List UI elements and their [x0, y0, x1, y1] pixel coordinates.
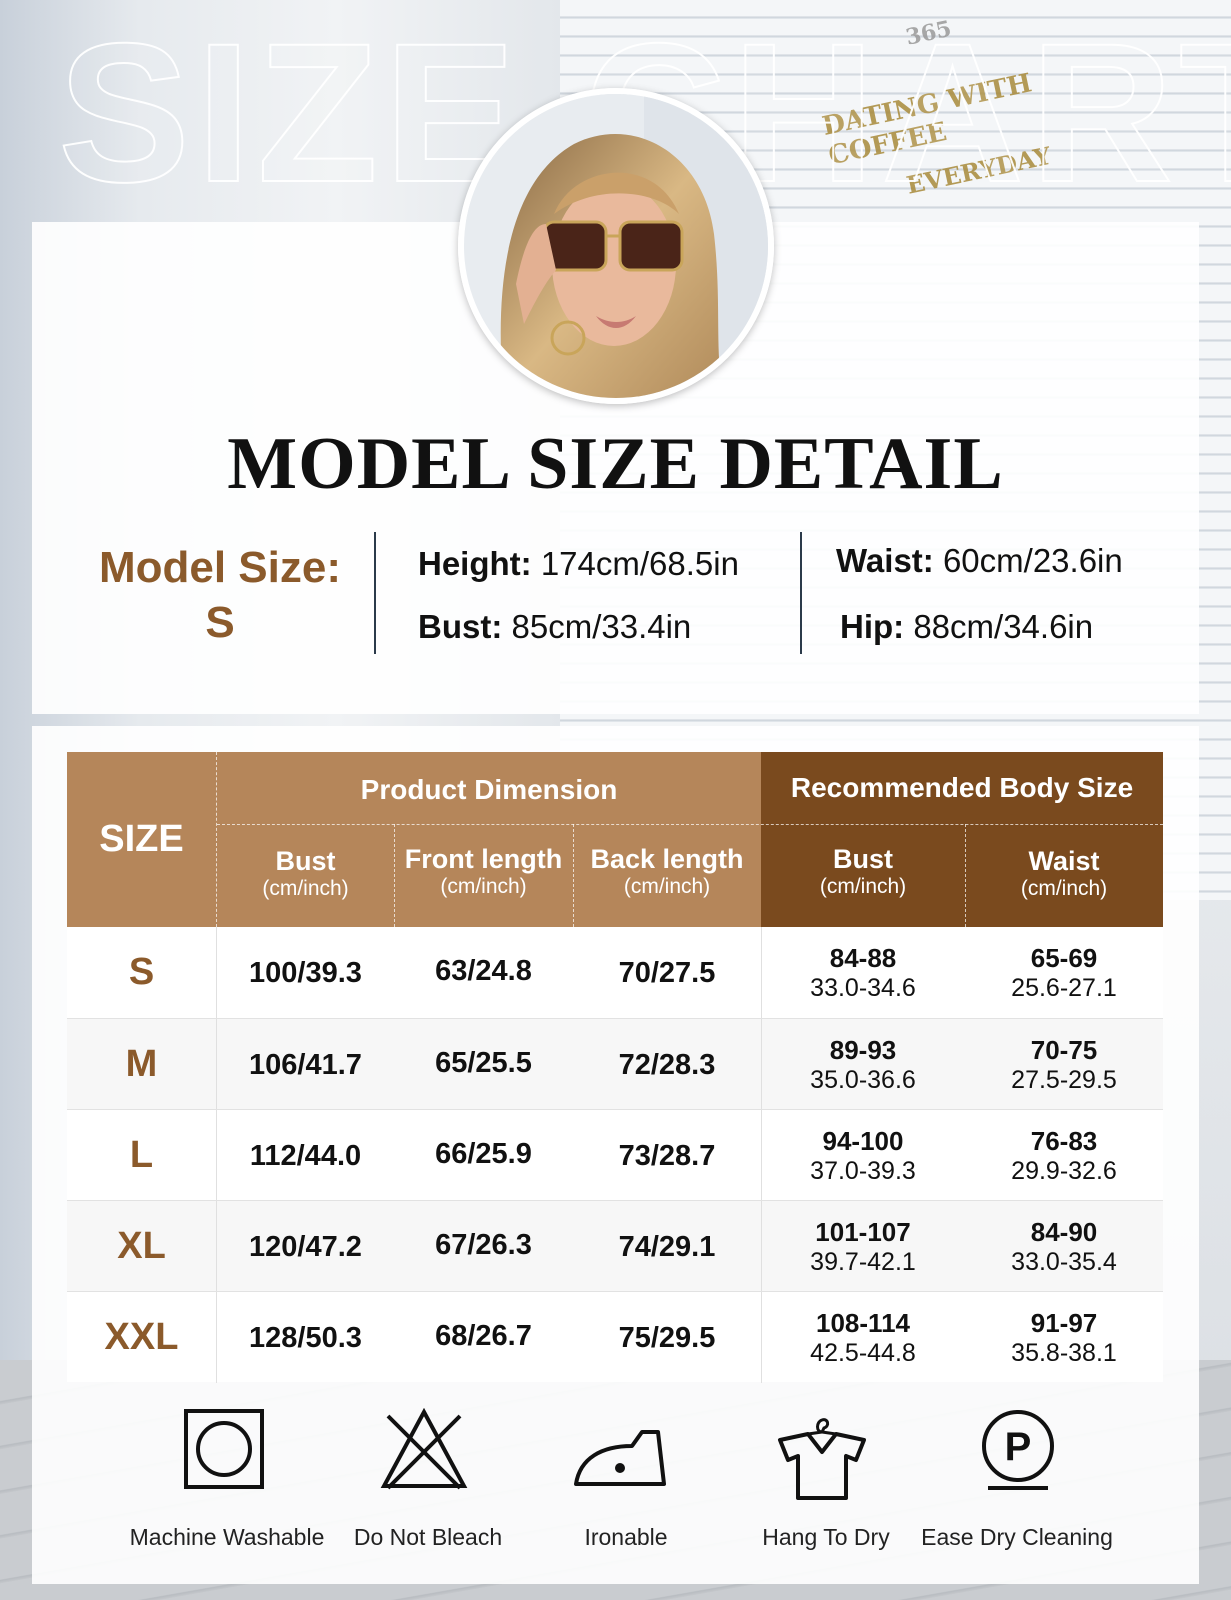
model-avatar — [458, 88, 774, 404]
bust-value: 85cm/33.4in — [511, 608, 692, 645]
bust-cell: 128/50.3 — [249, 1322, 362, 1354]
rec-waist-cm-cell: 84-90 — [1030, 1217, 1098, 1247]
rec-waist-in-cell: 27.5-29.5 — [1011, 1066, 1117, 1094]
size-cell: XL — [117, 1225, 166, 1267]
iron-icon — [572, 1428, 668, 1493]
back-length-cell: 75/29.5 — [618, 1322, 716, 1354]
col-title: Bust — [275, 846, 336, 876]
col-title: Waist — [1028, 846, 1100, 876]
back-length-cell: 72/28.3 — [618, 1049, 716, 1081]
front-length-cell: 63/24.8 — [435, 955, 532, 987]
care-label-ease-dry-cleaning: Ease Dry Cleaning — [921, 1524, 1113, 1550]
table-row: XXL 128/50.3 68/26.7 75/29.5 108-114 42.5-44.… — [67, 1291, 1163, 1383]
front-length-cell: 67/26.3 — [435, 1229, 532, 1261]
bust-cell: 120/47.2 — [249, 1231, 362, 1263]
no-bleach-icon — [380, 1407, 468, 1497]
model-size-block: Model Size: S — [60, 540, 380, 650]
rec-bust-in-cell: 42.5-44.8 — [810, 1339, 916, 1367]
rec-bust-cm-cell: 84-88 — [829, 943, 897, 973]
col-unit: (cm/inch) — [262, 877, 349, 900]
machine-wash-icon — [183, 1408, 265, 1495]
col-header-back-length: Back length (cm/inch) — [573, 844, 761, 899]
col-unit: (cm/inch) — [1020, 877, 1108, 900]
bust-cell: 112/44.0 — [249, 1140, 362, 1172]
bust-label: Bust: — [418, 608, 503, 645]
size-cell: XXL — [104, 1316, 179, 1358]
rec-waist-in-cell: 29.9-32.6 — [1011, 1157, 1117, 1185]
col-header-rec-bust: Bust (cm/inch) — [761, 844, 965, 899]
care-label-hang-to-dry: Hang To Dry — [762, 1524, 890, 1550]
back-length-cell: 74/29.1 — [618, 1231, 716, 1263]
model-waist: Waist: 60cm/23.6in — [836, 542, 1123, 580]
rec-waist-cm-cell: 76-83 — [1030, 1126, 1098, 1156]
height-value: 174cm/68.5in — [540, 545, 739, 582]
front-length-cell: 68/26.7 — [435, 1320, 532, 1352]
size-cell: L — [129, 1134, 154, 1176]
bust-cell: 100/39.3 — [249, 957, 362, 989]
height-label: Height: — [418, 545, 532, 582]
col-header-front-length: Front length (cm/inch) — [394, 844, 573, 899]
care-label-ironable: Ironable — [584, 1524, 668, 1550]
hang-dry-icon — [776, 1412, 868, 1507]
svg-text:P: P — [1005, 1425, 1032, 1469]
rec-waist-cm-cell: 70-75 — [1030, 1035, 1098, 1065]
model-size-title: MODEL SIZE DETAIL — [227, 423, 1004, 505]
size-header: SIZE — [99, 818, 184, 860]
col-unit: (cm/inch) — [440, 875, 527, 898]
col-header-bust: Bust (cm/inch) — [217, 846, 394, 901]
rec-bust-in-cell: 39.7-42.1 — [810, 1248, 916, 1276]
waist-label: Waist: — [836, 542, 934, 579]
col-header-rec-waist: Waist (cm/inch) — [965, 846, 1163, 901]
table-row: M 106/41.7 65/25.5 72/28.3 89-93 35.0-36.6 70-… — [67, 1018, 1163, 1110]
front-length-cell: 66/25.9 — [435, 1138, 532, 1170]
model-hip: Hip: 88cm/34.6in — [840, 608, 1093, 646]
hip-value: 88cm/34.6in — [913, 608, 1094, 645]
size-cell: S — [128, 951, 155, 993]
rec-bust-cm-cell: 108-114 — [816, 1308, 910, 1338]
col-unit: (cm/inch) — [819, 875, 907, 898]
back-length-cell: 73/28.7 — [618, 1140, 716, 1172]
rec-bust-cm-cell: 101-107 — [815, 1217, 911, 1247]
dry-clean-icon: P — [978, 1408, 1058, 1497]
product-dimension-header: Product Dimension — [360, 774, 618, 805]
rec-bust-in-cell: 33.0-34.6 — [810, 974, 916, 1002]
care-label-machine-washable: Machine Washable — [129, 1524, 325, 1550]
col-unit: (cm/inch) — [623, 875, 711, 898]
table-row: S 100/39.3 63/24.8 70/27.5 84-88 33.0-34.6 65-… — [67, 927, 1163, 1018]
size-cell: M — [125, 1043, 158, 1085]
rec-bust-in-cell: 35.0-36.6 — [810, 1066, 916, 1094]
hip-label: Hip: — [840, 608, 905, 645]
divider — [800, 532, 802, 654]
back-length-cell: 70/27.5 — [618, 957, 716, 989]
col-title: Bust — [833, 844, 893, 874]
divider — [374, 532, 376, 654]
table-body: S 100/39.3 63/24.8 70/27.5 84-88 33.0-34.6 65-… — [67, 927, 1163, 1383]
model-size-value: S — [205, 598, 235, 647]
table-row: XL 120/47.2 67/26.3 74/29.1 101-107 39.7-42.1… — [67, 1200, 1163, 1292]
rec-bust-in-cell: 37.0-39.3 — [810, 1157, 916, 1185]
col-title: Front length — [404, 844, 563, 874]
care-label-do-not-bleach: Do Not Bleach — [353, 1524, 503, 1550]
front-length-cell: 65/25.5 — [435, 1047, 532, 1079]
rec-waist-cm-cell: 91-97 — [1030, 1308, 1098, 1338]
bust-cell: 106/41.7 — [249, 1049, 362, 1081]
rec-waist-in-cell: 33.0-35.4 — [1011, 1248, 1117, 1276]
rec-bust-cm-cell: 89-93 — [829, 1035, 897, 1065]
waist-value: 60cm/23.6in — [942, 542, 1123, 579]
rec-bust-cm-cell: 94-100 — [822, 1126, 904, 1156]
rec-waist-in-cell: 25.6-27.1 — [1011, 974, 1117, 1002]
header-divider — [217, 824, 1163, 825]
col-title: Back length — [590, 844, 744, 874]
rec-waist-in-cell: 35.8-38.1 — [1011, 1339, 1117, 1367]
rec-waist-cm-cell: 65-69 — [1030, 943, 1098, 973]
recommended-body-header: Recommended Body Size — [790, 772, 1134, 803]
model-size-label: Model Size: — [98, 543, 342, 592]
model-bust: Bust: 85cm/33.4in — [418, 608, 691, 646]
table-row: L 112/44.0 66/25.9 73/28.7 94-100 37.0-39.3 76… — [67, 1109, 1163, 1201]
model-height: Height: 174cm/68.5in — [418, 545, 739, 583]
